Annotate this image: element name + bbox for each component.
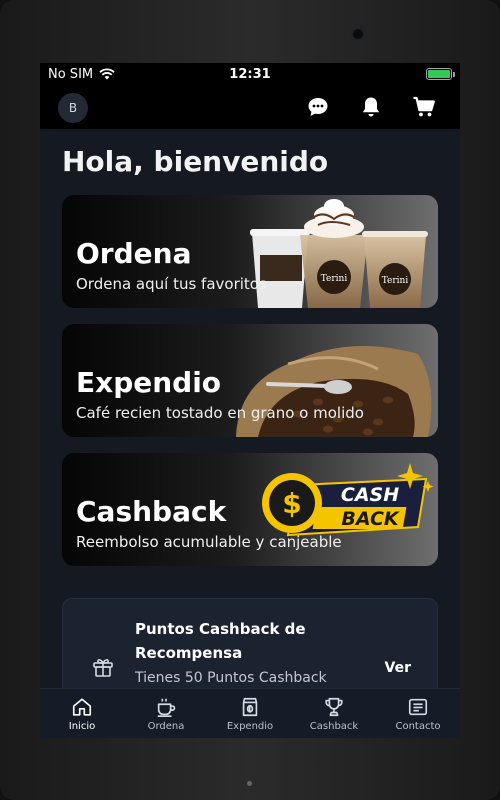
nav-item-ordena[interactable]: Ordena [124,689,208,738]
card-title: Ordena [76,237,192,270]
cart-icon[interactable] [412,95,436,119]
wifi-icon [99,68,115,80]
coffee-bag-icon [242,697,258,717]
nav-label: Contacto [395,721,441,732]
coffee-drinks-image: Terini Terini [250,199,428,308]
nav-label: Expendio [226,721,274,732]
nav-item-expendio[interactable]: Expendio [208,689,292,738]
status-time: 12:31 [229,66,271,82]
page-title: Hola, bienvenido [62,145,329,178]
card-subtitle: Reembolso acumulable y canjeable [76,533,342,551]
chat-icon[interactable] [306,95,330,119]
gift-icon [93,659,113,677]
points-balance: Tienes 50 Puntos Cashback [135,670,327,686]
nav-item-inicio[interactable]: Inicio [40,689,124,738]
nav-item-cashback[interactable]: Cashback [292,689,376,738]
status-bar: No SIM 12:31 [40,63,460,85]
expendio-card[interactable]: Expendio Café recien tostado en grano o … [62,324,438,437]
card-title: Cashback [76,495,227,528]
cup-logo-label: Terini [382,276,409,286]
cashback-card[interactable]: $ CASH BACK Cashback Reembolso acumulabl… [62,453,438,566]
nav-item-contacto[interactable]: Contacto [376,689,460,738]
points-title: Puntos Cashback de Recompensa [135,620,306,662]
avatar[interactable]: B [58,93,88,123]
bottom-nav: Inicio Ordena Expendio Cashback Contacto [40,688,460,738]
battery-icon [426,68,455,80]
nav-label: Cashback [309,721,359,732]
front-camera [351,27,365,41]
order-card[interactable]: Terini Terini Ordena Ordena aquí tus fav… [62,195,438,308]
app-screen: No SIM 12:31 B Hola, bienvenido Terini T… [40,63,460,738]
tablet-frame: No SIM 12:31 B Hola, bienvenido Terini T… [0,0,500,800]
trophy-icon [325,697,343,717]
card-subtitle: Café recien tostado en grano o molido [76,404,364,422]
card-subtitle: Ordena aquí tus favoritos [76,275,267,293]
home-icon [72,698,92,716]
cashback-badge-top: CASH [341,484,399,506]
cup-logo-label: Terini [321,274,348,284]
bell-icon[interactable] [359,95,383,119]
svg-text:$: $ [282,487,301,520]
nav-label: Ordena [147,721,185,732]
top-app-bar: B [40,85,460,129]
coffee-cup-icon [157,698,176,717]
card-title: Expendio [76,366,222,399]
cashback-badge-bottom: BACK [341,508,400,530]
carrier-label: No SIM [48,66,94,82]
home-indicator [247,781,252,786]
view-points-link[interactable]: Ver [385,660,411,676]
nav-label: Inicio [68,721,96,732]
contact-card-icon [408,698,428,716]
